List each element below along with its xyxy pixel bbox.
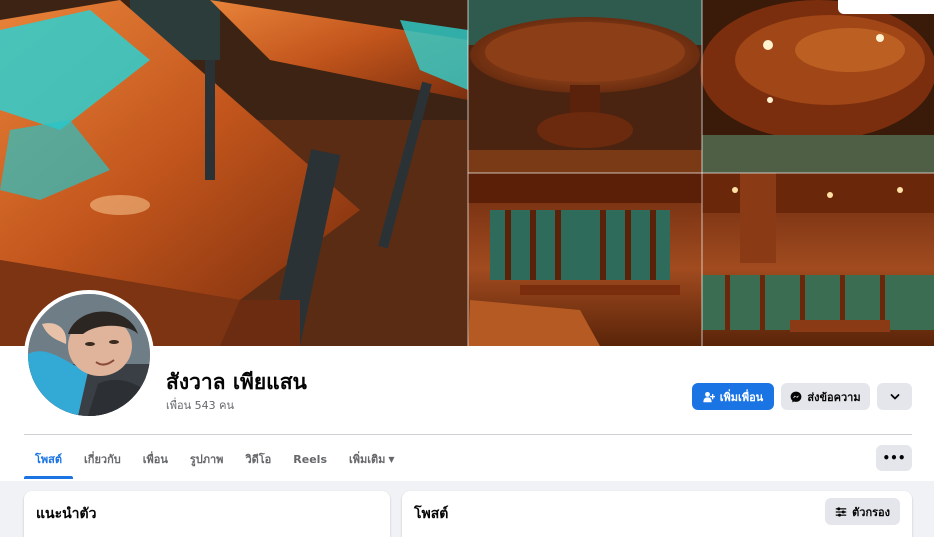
message-label: ส่งข้อความ	[807, 390, 861, 404]
add-friend-icon	[703, 391, 715, 402]
more-dots-icon: •••	[882, 451, 906, 465]
tab-label: เกี่ยวกับ	[84, 453, 121, 466]
more-actions-button[interactable]	[877, 383, 912, 410]
tab-label: รูปภาพ	[189, 453, 224, 466]
header-divider	[24, 434, 912, 435]
posts-card: โพสต์ ตัวกรอง	[402, 491, 912, 537]
filter-button[interactable]: ตัวกรอง	[825, 498, 900, 525]
tab-label: เพื่อน	[142, 453, 168, 466]
profile-name: สังวาล เพียแสน	[166, 370, 307, 394]
chevron-down-icon	[890, 393, 899, 399]
intro-card-title: แนะนำตัว	[36, 506, 97, 522]
tab-more[interactable]: เพิ่มเติม ▼	[338, 440, 406, 478]
intro-card: แนะนำตัว	[24, 491, 390, 537]
cover-edit-corner	[838, 0, 934, 14]
tab-videos[interactable]: วิดีโอ	[234, 440, 282, 478]
tabs-overflow-button[interactable]: •••	[876, 445, 912, 471]
cover-photo[interactable]	[0, 0, 934, 346]
tab-label: วิดีโอ	[245, 453, 272, 466]
profile-tabs: โพสต์ เกี่ยวกับ เพื่อน รูปภาพ วิดีโอ Ree…	[24, 440, 406, 480]
tab-posts[interactable]: โพสต์	[24, 440, 74, 479]
add-friend-label: เพิ่มเพื่อน	[719, 390, 764, 404]
tab-reels[interactable]: Reels	[282, 440, 338, 478]
tab-label: Reels	[293, 452, 327, 466]
tab-about[interactable]: เกี่ยวกับ	[73, 440, 132, 478]
profile-avatar[interactable]	[24, 290, 154, 420]
tab-friends[interactable]: เพื่อน	[132, 440, 179, 478]
filter-icon	[835, 506, 847, 517]
message-button[interactable]: ส่งข้อความ	[781, 383, 870, 410]
tab-label: เพิ่มเติม	[349, 453, 386, 466]
tab-photos[interactable]: รูปภาพ	[179, 440, 235, 478]
caret-down-icon: ▼	[388, 454, 395, 464]
posts-card-title: โพสต์	[414, 506, 449, 522]
tab-label: โพสต์	[35, 453, 63, 466]
add-friend-button[interactable]: เพิ่มเพื่อน	[692, 383, 774, 410]
messenger-icon	[791, 391, 802, 402]
filter-label: ตัวกรอง	[852, 505, 890, 519]
friends-count[interactable]: เพื่อน 543 คน	[166, 396, 234, 414]
